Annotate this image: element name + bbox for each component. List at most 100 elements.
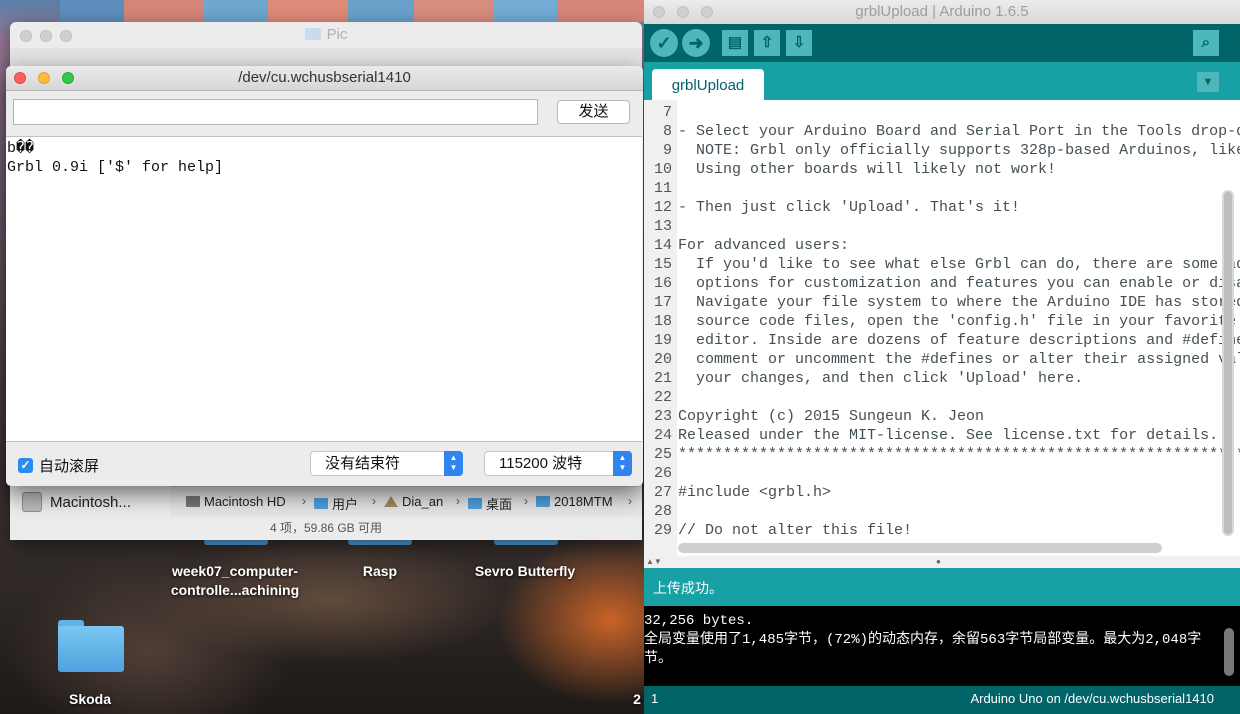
code-line: 12 - Then just click 'Upload'. That's it!: [644, 198, 1020, 217]
path-item[interactable]: 桌面: [468, 494, 512, 513]
open-icon[interactable]: ⇧: [754, 30, 780, 56]
code-line: 10 Using other boards will likely not wo…: [644, 160, 1056, 179]
code-line: 19 editor. Inside are dozens of feature …: [644, 331, 1240, 350]
new-file-icon[interactable]: ▤: [722, 30, 748, 56]
code-line: 20 comment or uncomment the #defines or …: [644, 350, 1240, 369]
minimize-icon[interactable]: [677, 6, 689, 18]
code-text: source code files, open the 'config.h' f…: [678, 313, 1240, 330]
sidebar-disk-label: Macintosh...: [50, 493, 131, 511]
upload-icon[interactable]: ➜: [682, 29, 710, 57]
line-number: 23: [653, 408, 672, 425]
code-text: For advanced users:: [678, 237, 850, 254]
line-number: 21: [653, 370, 672, 387]
line-number: 29: [653, 522, 672, 539]
line-number: 16: [653, 275, 672, 292]
scrollbar-thumb[interactable]: [1224, 192, 1232, 534]
console-line: 32,256 bytes.: [644, 613, 754, 629]
close-icon[interactable]: [20, 30, 32, 42]
code-line: 14 For advanced users:: [644, 236, 849, 255]
code-editor[interactable]: 7 8 - Select your Arduino Board and Serial…: [644, 100, 1240, 556]
code-line: 13: [644, 217, 672, 236]
line-ending-select[interactable]: 没有结束符 ▲ ▼: [310, 451, 463, 476]
send-input[interactable]: [13, 99, 538, 125]
close-icon[interactable]: [14, 72, 26, 84]
code-line: 9 NOTE: Grbl only officially supports 32…: [644, 141, 1240, 160]
code-text: Released under the MIT-license. See lice…: [678, 427, 1219, 444]
updown-icon: ▲ ▼: [613, 451, 632, 476]
code-line: 7: [644, 103, 672, 122]
path-item[interactable]: Dia_an: [384, 494, 443, 509]
line-number: 17: [653, 294, 672, 311]
serial-monitor-icon[interactable]: ⌕: [1193, 30, 1219, 56]
zoom-icon[interactable]: [60, 30, 72, 42]
code-line: 15 If you'd like to see what else Grbl c…: [644, 255, 1240, 274]
code-text: // Do not alter this file!: [678, 522, 913, 539]
minimize-icon[interactable]: [40, 30, 52, 42]
horizontal-scrollbar[interactable]: [678, 543, 1162, 553]
tab-grblupload[interactable]: grblUpload: [652, 69, 764, 100]
desktop-item-label[interactable]: Rasp: [330, 562, 430, 581]
baud-rate-select[interactable]: 115200 波特 ▲ ▼: [484, 451, 632, 476]
serial-output-line: Grbl 0.9i ['$' for help]: [7, 159, 224, 176]
code-text: If you'd like to see what else Grbl can …: [696, 256, 1240, 273]
sidebar-disk[interactable]: Macintosh...: [22, 488, 172, 516]
ide-bottom-bar: 1 Arduino Uno on /dev/cu.wchusbserial141…: [644, 686, 1240, 714]
code-line: 8 - Select your Arduino Board and Serial …: [644, 122, 1240, 141]
console-output[interactable]: 32,256 bytes. 全局变量使用了1,485字节，(72%)的动态内存，…: [644, 606, 1240, 686]
desktop-edge-digit: 2: [633, 691, 641, 707]
desktop-item-label[interactable]: week07_computer- controlle...achining: [150, 562, 320, 600]
line-number: 22: [653, 389, 672, 406]
code-text: Navigate your file system to where the A…: [696, 294, 1240, 311]
panel-splitter[interactable]: ▲▼ ●: [644, 556, 1240, 568]
desktop-item-label[interactable]: Sevro Butterfly: [460, 562, 590, 581]
close-icon[interactable]: [653, 6, 665, 18]
line-number: 24: [653, 427, 672, 444]
checkmark-icon: ✓: [18, 458, 33, 473]
code-text: - Select your Arduino Board and Serial P…: [678, 123, 1240, 140]
code-line: 18 source code files, open the 'config.h…: [644, 312, 1236, 331]
line-number: 28: [653, 503, 672, 520]
serial-titlebar: /dev/cu.wchusbserial1410: [6, 66, 643, 91]
minimize-icon[interactable]: [38, 72, 50, 84]
line-number: 9: [662, 142, 672, 159]
path-item[interactable]: 2018MTM: [536, 494, 613, 509]
line-number: 10: [653, 161, 672, 178]
line-number: 11: [653, 180, 672, 197]
line-number: 8: [662, 123, 672, 140]
zoom-icon[interactable]: [62, 72, 74, 84]
serial-monitor-window: /dev/cu.wchusbserial1410 发送 b�� Grbl 0.9i…: [6, 66, 643, 486]
code-line: 29 // Do not alter this file!: [644, 521, 912, 540]
line-number: 20: [653, 351, 672, 368]
console-line: 全局变量使用了1,485字节，(72%)的动态内存，余留563字节局部变量。最大…: [644, 632, 1202, 648]
folder-icon[interactable]: [58, 620, 124, 672]
collapse-arrows-icon[interactable]: ▲▼: [646, 557, 662, 566]
line-number: 26: [653, 465, 672, 482]
line-number: 12: [653, 199, 672, 216]
chevron-right-icon: ›: [628, 494, 632, 508]
code-line: 11: [644, 179, 672, 198]
path-item[interactable]: 用户: [314, 494, 358, 513]
home-icon: [384, 496, 398, 507]
serial-output[interactable]: b�� Grbl 0.9i ['$' for help]: [6, 136, 642, 442]
send-button[interactable]: 发送: [557, 100, 630, 124]
save-icon[interactable]: ⇩: [786, 30, 812, 56]
desktop-item-label[interactable]: Skoda: [40, 690, 140, 709]
path-item[interactable]: Macintosh HD: [186, 494, 286, 509]
tab-bar: grblUpload ▼: [644, 62, 1240, 100]
chevron-right-icon: ›: [372, 494, 376, 508]
zoom-icon[interactable]: [701, 6, 713, 18]
ide-titlebar: grblUpload | Arduino 1.6.5: [644, 0, 1240, 25]
code-line: 25 **************************************…: [644, 445, 1240, 464]
finder-titlebar: Pic: [10, 22, 642, 48]
chevron-right-icon: ›: [456, 494, 460, 508]
code-line: 26: [644, 464, 672, 483]
current-line-number: 1: [651, 691, 659, 706]
status-message: 上传成功。: [644, 568, 1240, 606]
baud-rate-value: 115200 波特: [499, 455, 583, 472]
autoscroll-checkbox[interactable]: ✓ 自动滚屏: [18, 455, 99, 476]
drag-handle-icon[interactable]: ●: [936, 557, 941, 566]
console-scrollbar[interactable]: [1224, 628, 1234, 676]
finder-title: Pic: [326, 26, 348, 43]
chevron-down-icon[interactable]: ▼: [1197, 72, 1219, 92]
verify-icon[interactable]: ✓: [650, 29, 678, 57]
